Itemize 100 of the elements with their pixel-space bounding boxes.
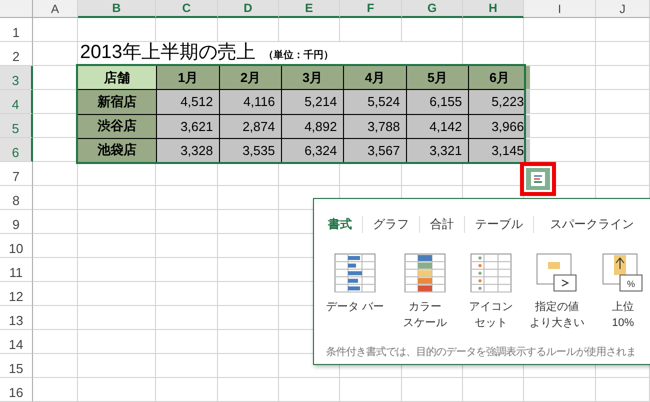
row-header[interactable]: 1	[0, 18, 33, 42]
table-cell: 3,328	[157, 138, 219, 162]
table-cell: 4,512	[157, 90, 219, 114]
empty-cell	[596, 114, 650, 138]
table-cell: 3,567	[344, 138, 406, 162]
table-cell: 新宿店	[78, 90, 156, 114]
table-cell: 4,116	[220, 90, 281, 114]
quick-analysis-button[interactable]	[520, 162, 556, 196]
panel-tab[interactable]: テーブル	[465, 216, 534, 232]
empty-cell	[156, 258, 218, 282]
empty-cell	[218, 18, 279, 42]
panel-tab[interactable]: 合計	[420, 216, 465, 232]
panel-tab[interactable]: グラフ	[363, 216, 420, 232]
icon-set-icon	[470, 253, 512, 293]
row-header[interactable]: 5	[0, 114, 33, 138]
column-header[interactable]: E	[279, 0, 340, 18]
table-header-cell: 6月	[469, 66, 530, 90]
empty-cell	[402, 18, 463, 42]
sheet-title: 2013年上半期の売上	[80, 41, 256, 65]
table-cell: 3,621	[157, 114, 219, 138]
table-cell: 3,145	[469, 138, 530, 162]
table-cell: 5,524	[344, 90, 406, 114]
empty-cell	[156, 18, 218, 42]
table-header-cell: 2月	[220, 66, 281, 90]
row-header[interactable]: 10	[0, 234, 33, 258]
table-cell: 6,155	[407, 90, 468, 114]
column-header[interactable]: C	[156, 0, 218, 18]
empty-cell	[402, 378, 463, 402]
row-header[interactable]: 9	[0, 210, 33, 234]
row-header[interactable]: 12	[0, 282, 33, 306]
panel-tab[interactable]: 書式	[326, 216, 363, 232]
color-scale-icon	[404, 253, 446, 293]
empty-cell	[596, 66, 650, 90]
empty-cell	[156, 330, 218, 354]
empty-cell	[218, 354, 279, 378]
table-cell: 4,142	[407, 114, 468, 138]
empty-cell	[279, 18, 340, 42]
empty-cell	[279, 378, 340, 402]
option-label[interactable]: カラー	[408, 299, 442, 315]
row-header[interactable]: 2	[0, 42, 33, 66]
option-label[interactable]: セット	[474, 315, 508, 331]
empty-cell	[596, 90, 650, 114]
panel-tab[interactable]: スパークライン	[534, 216, 644, 232]
empty-cell	[156, 234, 218, 258]
row-header[interactable]: 15	[0, 354, 33, 378]
table-cell: 渋谷店	[78, 114, 156, 138]
data-bar-icon	[334, 253, 376, 293]
option-label[interactable]: より大きい	[530, 315, 584, 331]
row-header[interactable]: 16	[0, 378, 33, 402]
row-header[interactable]: 6	[0, 138, 33, 162]
table-cell: 池袋店	[78, 138, 156, 162]
column-header[interactable]: J	[596, 0, 650, 18]
empty-cell	[524, 18, 596, 42]
empty-cell	[156, 210, 218, 234]
option-label[interactable]: スケール	[403, 315, 447, 331]
table-cell: 5,223	[469, 90, 530, 114]
empty-cell	[463, 378, 524, 402]
table-header-cell: 3月	[282, 66, 343, 90]
column-header[interactable]: F	[340, 0, 402, 18]
row-header[interactable]: 3	[0, 66, 33, 90]
empty-cell	[218, 186, 279, 210]
column-header[interactable]: D	[218, 0, 279, 18]
greater-than-icon	[536, 253, 578, 293]
column-header[interactable]: G	[402, 0, 463, 18]
table-cell: 4,892	[282, 114, 343, 138]
empty-cell	[596, 138, 650, 162]
row-header[interactable]: 11	[0, 258, 33, 282]
column-header[interactable]: I	[524, 0, 596, 18]
option-label[interactable]: 10%	[612, 315, 634, 331]
option-label[interactable]: 上位	[612, 299, 634, 315]
table-cell: 3,321	[407, 138, 468, 162]
empty-cell	[596, 18, 650, 42]
empty-cell	[156, 282, 218, 306]
option-label[interactable]: 指定の値	[535, 299, 579, 315]
option-label[interactable]: データ バー	[326, 299, 384, 315]
column-header[interactable]: B	[78, 0, 156, 18]
table-header-cell: 店舗	[78, 66, 156, 90]
column-header[interactable]: H	[463, 0, 524, 18]
table-header-cell: 1月	[157, 66, 219, 90]
row-header[interactable]: 4	[0, 90, 33, 114]
row-header[interactable]: 8	[0, 186, 33, 210]
table-cell: 2,874	[220, 114, 281, 138]
column-header[interactable]: A	[33, 0, 78, 18]
table-cell: 5,214	[282, 90, 343, 114]
table-cell: 3,966	[469, 114, 530, 138]
empty-cell	[463, 18, 524, 42]
empty-cell	[596, 378, 650, 402]
empty-cell	[156, 378, 218, 402]
empty-cell	[596, 42, 650, 66]
empty-cell	[156, 306, 218, 330]
empty-cell	[524, 378, 596, 402]
option-label[interactable]: アイコン	[469, 299, 513, 315]
unit-label: （単位：千円）	[263, 48, 334, 63]
table-cell: 6,324	[282, 138, 343, 162]
panel-description: 条件付き書式では、目的のデータを強調表示するルールが使用されま	[326, 345, 637, 359]
row-header[interactable]: 13	[0, 306, 33, 330]
row-header[interactable]: 7	[0, 162, 33, 186]
empty-cell	[156, 354, 218, 378]
row-header[interactable]: 14	[0, 330, 33, 354]
table-cell: 3,535	[220, 138, 281, 162]
